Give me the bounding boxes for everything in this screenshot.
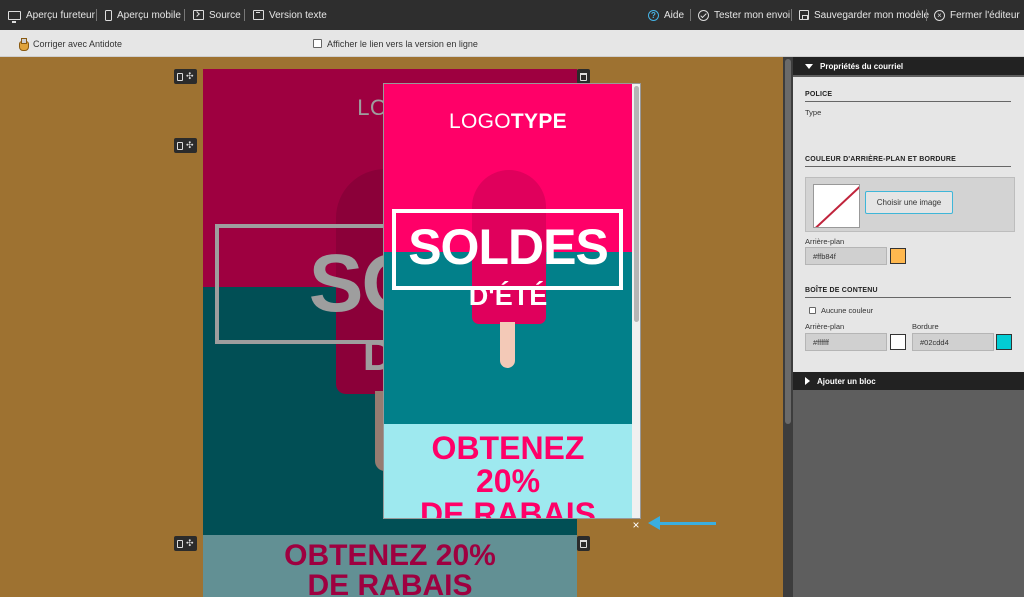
online-link-checkbox[interactable] — [313, 39, 322, 48]
delete-block-button[interactable] — [577, 69, 590, 84]
delete-block-button[interactable] — [577, 536, 590, 551]
preview-promo-line-2: 20% — [475, 463, 541, 499]
close-circle-icon: × — [934, 9, 945, 21]
toolbar-divider — [926, 9, 927, 21]
content-background-swatch[interactable] — [890, 334, 906, 350]
online-link-label: Afficher le lien vers la version en lign… — [327, 38, 478, 49]
move-icon[interactable]: ✣ — [186, 539, 194, 548]
preview-promo-line-3: DE RABAIS — [419, 496, 596, 519]
toolbar-divider — [244, 9, 245, 21]
email-properties-header[interactable]: Propriétés du courriel — [793, 57, 1024, 75]
mobile-icon — [105, 9, 112, 21]
secondary-toolbar: Corriger avec Antidote Afficher le lien … — [0, 30, 1024, 57]
background-image-box: Choisir une image — [805, 177, 1015, 232]
save-icon — [799, 10, 809, 20]
text-version-button[interactable]: Version texte — [253, 0, 327, 30]
preview-scrollbar-thumb[interactable] — [634, 86, 639, 322]
toolbar-divider — [96, 9, 97, 21]
source-button[interactable]: Source — [193, 0, 241, 30]
check-circle-icon — [698, 9, 709, 21]
toolbar-divider — [791, 9, 792, 21]
font-type-label: Type — [805, 108, 822, 117]
antidote-label: Corriger avec Antidote — [33, 38, 123, 49]
test-send-button[interactable]: Tester mon envoi — [698, 0, 790, 30]
add-block-title: Ajouter un bloc — [817, 376, 876, 386]
toolbar-divider — [184, 9, 185, 21]
font-section-title: POLICE — [805, 91, 1011, 102]
preview-promo-line-1: OBTENEZ — [431, 430, 585, 466]
monitor-icon — [8, 10, 21, 23]
preview-promo: OBTENEZ 20% DE RABAIS — [384, 432, 632, 519]
text-version-label: Version texte — [269, 9, 327, 21]
online-link-option[interactable]: Afficher le lien vers la version en lign… — [313, 30, 478, 57]
preview-browser-button[interactable]: Aperçu fureteur — [8, 0, 95, 30]
save-template-button[interactable]: Sauvegarder mon modèle — [799, 0, 929, 30]
block-handle[interactable]: ✣ — [174, 69, 197, 84]
add-block-header[interactable]: Ajouter un bloc — [793, 372, 1024, 390]
content-background-input[interactable]: #ffffff — [805, 333, 887, 351]
border-color-input[interactable]: #02cdd4 — [912, 333, 994, 351]
preview-mobile-label: Aperçu mobile — [117, 9, 181, 21]
caret-right-icon — [805, 377, 810, 385]
move-icon[interactable]: ✣ — [186, 72, 194, 81]
preview-headline: SOLDES — [408, 219, 609, 275]
border-color-label: Bordure — [912, 322, 939, 331]
antidote-button[interactable]: Corriger avec Antidote — [18, 30, 122, 57]
preview-logo: LOGOTYPE — [449, 110, 567, 133]
background-color-swatch[interactable] — [890, 248, 906, 264]
help-label: Aide — [664, 9, 685, 21]
background-color-label: Arrière-plan — [805, 237, 845, 246]
block-handle[interactable]: ✣ — [174, 536, 197, 551]
duplicate-icon[interactable] — [177, 539, 183, 548]
close-editor-button[interactable]: × Fermer l'éditeur — [934, 0, 1020, 30]
background-color-input[interactable]: #ffb84f — [805, 247, 887, 265]
source-label: Source — [209, 9, 241, 21]
close-preview-button[interactable]: × — [630, 519, 642, 531]
close-editor-label: Fermer l'éditeur — [950, 9, 1020, 21]
move-icon[interactable]: ✣ — [186, 141, 194, 150]
background-section-title: COULEUR D'ARRIÈRE-PLAN ET BORDURE — [805, 156, 1011, 167]
trash-icon — [580, 539, 587, 548]
help-button[interactable]: ? Aide — [648, 0, 684, 30]
caret-down-icon — [805, 63, 813, 69]
no-color-label: Aucune couleur — [821, 306, 874, 315]
no-color-checkbox[interactable] — [809, 307, 816, 314]
email-promo: OBTENEZ 20% DE RABAIS — [203, 541, 577, 597]
border-color-swatch[interactable] — [996, 334, 1012, 350]
content-background-label: Arrière-plan — [805, 322, 845, 331]
text-document-icon — [253, 10, 264, 20]
annotation-arrow — [658, 522, 716, 525]
trash-icon — [580, 72, 587, 81]
preview-popsicle-stick — [500, 322, 515, 368]
content-box-section-title: BOÎTE DE CONTENU — [805, 287, 1011, 298]
promo-line-1: OBTENEZ 20% — [284, 539, 496, 572]
mobile-preview-window: LOGOTYPE SOLDES D'ÉTÉ OBTENEZ 20% DE RAB… — [383, 83, 641, 519]
preview-browser-label: Aperçu fureteur — [26, 9, 95, 21]
email-properties-body: POLICE Type COULEUR D'ARRIÈRE-PLAN ET BO… — [793, 77, 1024, 377]
canvas-scrollbar-thumb[interactable] — [785, 59, 791, 424]
no-image-thumbnail — [813, 184, 860, 228]
test-send-label: Tester mon envoi — [714, 9, 791, 21]
duplicate-icon[interactable] — [177, 141, 183, 150]
preview-mobile-button[interactable]: Aperçu mobile — [105, 0, 181, 30]
toolbar-divider — [690, 9, 691, 21]
promo-line-2: DE RABAIS — [307, 569, 473, 597]
duplicate-icon[interactable] — [177, 72, 183, 81]
save-template-label: Sauvegarder mon modèle — [814, 9, 930, 21]
no-color-option[interactable]: Aucune couleur — [809, 306, 873, 315]
email-properties-title: Propriétés du courriel — [820, 61, 904, 71]
choose-image-button[interactable]: Choisir une image — [865, 191, 953, 214]
canvas-scrollbar[interactable] — [783, 57, 793, 597]
preview-scrollbar[interactable] — [632, 84, 640, 518]
source-code-icon — [193, 10, 204, 20]
top-toolbar: Aperçu fureteur Aperçu mobile Source Ver… — [0, 0, 1024, 30]
flask-icon — [18, 37, 29, 51]
annotation-arrow-head — [648, 516, 660, 530]
block-handle[interactable]: ✣ — [174, 138, 197, 153]
properties-panel: Propriétés du courriel POLICE Type COULE… — [793, 57, 1024, 597]
preview-subheadline: D'ÉTÉ — [468, 281, 548, 311]
help-icon: ? — [648, 9, 659, 21]
